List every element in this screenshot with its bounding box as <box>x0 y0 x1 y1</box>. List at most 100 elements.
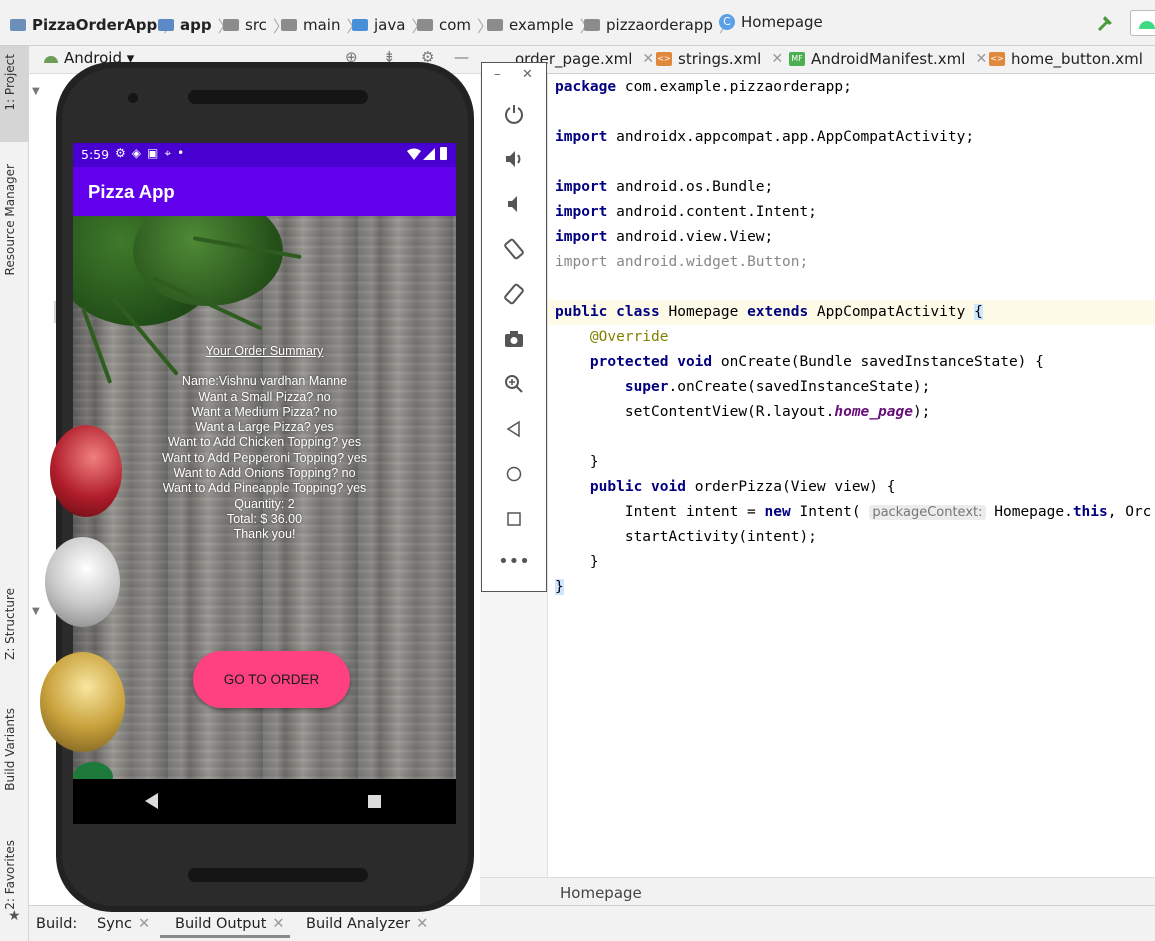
app-title: Pizza App <box>88 181 175 202</box>
minimize-icon[interactable]: – <box>494 67 501 82</box>
summary-line: Want a Medium Pizza? no <box>191 404 338 419</box>
summary-line: Name:Vishnu vardhan Manne <box>181 374 348 389</box>
build-tab-analyzer[interactable]: Build Analyzer ✕ <box>306 916 428 932</box>
tree-expand-icon[interactable]: ▼ <box>32 86 40 97</box>
code-line: import android.os.Bundle; <box>555 179 774 195</box>
breadcrumb-src[interactable]: src〉 <box>223 13 289 37</box>
battery-icon <box>440 147 447 160</box>
breadcrumb-com[interactable]: com 〉 <box>417 13 493 37</box>
breadcrumb-example[interactable]: example〉 <box>487 13 596 37</box>
code-line: } <box>555 554 599 570</box>
star-icon: ★ <box>8 908 21 924</box>
code-line: import android.content.Intent; <box>555 204 817 220</box>
code-line: import androidx.appcompat.app.AppCompatA… <box>555 129 975 145</box>
gold-ornament <box>40 652 125 752</box>
tool-window-structure[interactable]: Z: Structure <box>3 588 17 660</box>
tool-window-project[interactable]: 1: Project <box>3 54 17 111</box>
class-icon: C <box>719 14 735 30</box>
rotate-right-icon[interactable] <box>482 283 546 307</box>
go-to-order-button[interactable]: GO TO ORDER <box>193 651 350 708</box>
order-summary: Your Order Summary Name:Vishnu vardhan M… <box>73 344 456 543</box>
close-icon[interactable]: ✕ <box>416 916 428 932</box>
close-icon[interactable]: ✕ <box>771 51 783 67</box>
folder-icon <box>223 19 239 31</box>
overview-icon[interactable] <box>368 795 381 808</box>
active-tab-indicator <box>160 935 290 938</box>
package-icon <box>417 19 433 31</box>
tab-android-manifest[interactable]: MF AndroidManifest.xml ✕ <box>789 50 987 68</box>
code-line: startActivity(intent); <box>624 529 817 545</box>
summary-line: Total: $ 36.00 <box>226 511 303 526</box>
status-time: 5:59 <box>81 147 110 162</box>
project-folder-icon <box>10 19 26 31</box>
close-icon[interactable]: ✕ <box>975 51 987 67</box>
breadcrumb-class[interactable]: C Homepage <box>719 13 823 31</box>
code-line: public class Homepage extends AppCompatA… <box>555 304 983 320</box>
volume-up-icon[interactable] <box>482 148 546 172</box>
build-label: Build: <box>36 916 78 932</box>
code-line: import android.view.View; <box>555 229 774 245</box>
module-folder-icon <box>158 19 174 31</box>
status-bar: 5:59 ⚙◈▣⌖• <box>73 143 456 167</box>
zoom-icon[interactable] <box>482 373 546 397</box>
left-tool-strip: 1: Project Resource Manager Z: Structure… <box>0 46 29 941</box>
back-icon[interactable] <box>145 793 158 809</box>
package-icon <box>584 19 600 31</box>
signal-icon <box>423 148 435 160</box>
summary-line: Quantity: 2 <box>234 496 295 511</box>
close-icon[interactable]: ✕ <box>642 51 654 67</box>
xml-file-icon: <> <box>656 52 672 66</box>
android-nav-bar <box>73 779 456 824</box>
summary-line: Want to Add Chicken Topping? yes <box>167 435 362 450</box>
summary-line: Want to Add Onions Topping? no <box>173 466 356 481</box>
summary-line: Want to Add Pepperoni Topping? yes <box>161 450 367 465</box>
device-selector[interactable] <box>1130 10 1155 36</box>
tree-expand-icon[interactable]: ▼ <box>32 606 40 617</box>
tool-window-favorites[interactable]: 2: Favorites <box>3 840 17 910</box>
volume-down-icon[interactable] <box>482 193 546 217</box>
code-line: super.onCreate(savedInstanceState); <box>624 379 931 395</box>
code-line: public void orderPizza(View view) { <box>589 479 896 495</box>
folder-icon <box>281 19 297 31</box>
breadcrumb-pizzaorderapp[interactable]: pizzaorderapp〉 <box>584 13 735 37</box>
close-icon[interactable]: ✕ <box>272 916 284 932</box>
tool-window-resource-manager[interactable]: Resource Manager <box>3 164 17 275</box>
power-icon[interactable] <box>482 103 546 127</box>
overview-icon[interactable] <box>482 508 546 532</box>
build-tab-sync[interactable]: Sync ✕ <box>97 916 150 932</box>
home-icon[interactable] <box>482 463 546 487</box>
silver-ornament <box>45 537 120 627</box>
summary-line: Want a Large Pizza? yes <box>195 420 334 435</box>
hide-panel-icon[interactable]: — <box>454 48 469 66</box>
build-tab-output[interactable]: Build Output ✕ <box>175 916 285 932</box>
breadcrumb-project[interactable]: PizzaOrderApp〉 <box>10 13 179 37</box>
top-speaker <box>188 90 368 104</box>
tool-window-build-variants[interactable]: Build Variants <box>3 708 17 791</box>
folder-icon <box>352 19 368 31</box>
build-hammer-icon[interactable] <box>1096 13 1116 33</box>
manifest-file-icon: MF <box>789 52 805 66</box>
close-icon[interactable]: ✕ <box>138 916 150 932</box>
xml-file-icon: <> <box>989 52 1005 66</box>
close-icon[interactable]: ✕ <box>522 67 533 82</box>
code-line: Intent intent = new Intent( packageConte… <box>624 504 1152 520</box>
editor-tab-bar: order_page.xml ✕ <> strings.xml ✕ MF Android… <box>480 46 1155 74</box>
code-line: package com.example.pizzaorderapp; <box>555 79 852 95</box>
tab-home-button-xml[interactable]: <>home_button.xml✕ <box>989 50 1155 68</box>
editor-breadcrumb-class[interactable]: Homepage <box>560 884 642 902</box>
summary-line: Thank you! <box>233 527 296 542</box>
camera-icon[interactable] <box>482 328 546 352</box>
tab-strings-xml[interactable]: <> strings.xml ✕ <box>656 50 783 68</box>
app-bar: Pizza App <box>73 167 456 216</box>
rotate-left-icon[interactable] <box>482 238 546 262</box>
android-icon <box>43 51 59 65</box>
summary-title: Your Order Summary <box>205 344 324 358</box>
wifi-icon <box>407 148 421 160</box>
breadcrumb-main[interactable]: main〉 <box>281 13 363 37</box>
code-line: } <box>555 579 564 595</box>
code-line-unused-import: import android.widget.Button; <box>555 254 809 270</box>
back-icon[interactable] <box>482 418 546 442</box>
more-icon[interactable]: ••• <box>482 553 546 577</box>
code-line: @Override <box>589 329 669 345</box>
editor-breadcrumb: Homepage <box>480 877 1155 905</box>
